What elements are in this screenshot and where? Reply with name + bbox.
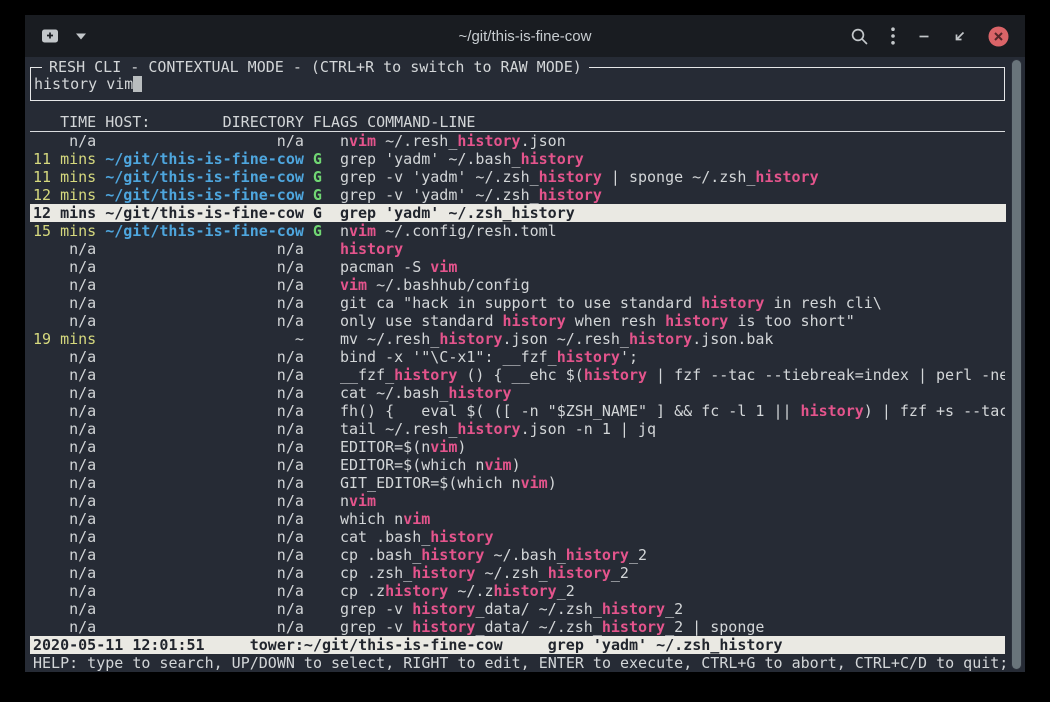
new-tab-button[interactable] (41, 28, 59, 44)
history-row[interactable]: n/an/a__fzf_history () { __ehc $(history… (30, 366, 1005, 384)
status-datetime: 2020-05-11 12:01:51 (33, 636, 205, 654)
titlebar: ~/git/this-is-fine-cow (25, 15, 1025, 57)
search-query-text: history vim (34, 75, 133, 93)
history-row[interactable]: n/an/awhich nvim (30, 510, 1005, 528)
history-row[interactable]: n/an/aEDITOR=$(nvim) (30, 438, 1005, 456)
history-row[interactable]: 12 mins~/git/this-is-fine-cowGgrep -v 'y… (30, 186, 1005, 204)
help-line: HELP: type to search, UP/DOWN to select,… (30, 654, 1005, 672)
restore-window-icon (952, 29, 967, 44)
close-icon (988, 26, 1009, 47)
history-row[interactable]: n/an/avim ~/.bashhub/config (30, 276, 1005, 294)
history-row[interactable]: n/an/acat ~/.bash_history (30, 384, 1005, 402)
scrollbar-thumb[interactable] (1012, 60, 1021, 669)
history-row[interactable]: n/an/aEDITOR=$(which nvim) (30, 456, 1005, 474)
terminal-content: RESH CLI - CONTEXTUAL MODE - (CTRL+R to … (25, 57, 1025, 672)
status-location: tower:~/git/this-is-fine-cow (250, 636, 503, 654)
history-row[interactable]: n/an/aonly use standard history when res… (30, 312, 1005, 330)
history-row[interactable]: n/an/aGIT_EDITOR=$(which nvim) (30, 474, 1005, 492)
history-row[interactable]: n/an/agrep -v history_data/ ~/.zsh_histo… (30, 618, 1005, 636)
history-row[interactable]: n/an/apacman -S vim (30, 258, 1005, 276)
history-row[interactable]: n/an/abind -x '"\C-x1": __fzf_history'; (30, 348, 1005, 366)
history-table: TIME HOST:DIRECTORY FLAGS COMMAND-LINE n… (30, 113, 1005, 636)
history-row[interactable]: n/an/ahistory (30, 240, 1005, 258)
terminal-window: ~/git/this-is-fine-cow (25, 15, 1025, 672)
restore-button[interactable] (952, 29, 967, 44)
search-button[interactable] (850, 27, 869, 46)
history-row[interactable]: n/an/anvim (30, 492, 1005, 510)
new-tab-icon (41, 28, 59, 44)
text-cursor (133, 76, 142, 92)
kebab-menu-icon (890, 26, 896, 46)
history-row[interactable]: 15 mins~/git/this-is-fine-cowGnvim ~/.co… (30, 222, 1005, 240)
search-box-label: RESH CLI - CONTEXTUAL MODE - (CTRL+R to … (42, 58, 589, 76)
history-row[interactable]: n/an/acp .zsh_history ~/.zsh_history_2 (30, 564, 1005, 582)
search-box: RESH CLI - CONTEXTUAL MODE - (CTRL+R to … (30, 67, 1005, 101)
tab-dropdown-button[interactable] (75, 33, 87, 40)
desktop-background: { "colors": { "bg": "#262b35", "titlebar… (0, 0, 1050, 702)
history-row[interactable]: n/an/acp .bash_history ~/.bash_history_2 (30, 546, 1005, 564)
chevron-down-icon (75, 33, 87, 40)
history-row[interactable]: n/an/acat .bash_history (30, 528, 1005, 546)
minimize-icon (917, 29, 931, 43)
header-host-directory: HOST:DIRECTORY (105, 113, 304, 131)
close-button[interactable] (988, 26, 1009, 47)
history-row-selected[interactable]: 12 mins~/git/this-is-fine-cowGgrep 'yadm… (30, 204, 1006, 222)
history-row[interactable]: 11 mins~/git/this-is-fine-cowGgrep -v 'y… (30, 168, 1005, 186)
history-row[interactable]: n/an/anvim ~/.resh_history.json (30, 132, 1005, 150)
history-row[interactable]: 19 mins~mv ~/.resh_history.json ~/.resh_… (30, 330, 1005, 348)
history-row[interactable]: 11 mins~/git/this-is-fine-cowGgrep 'yadm… (30, 150, 1005, 168)
table-header: TIME HOST:DIRECTORY FLAGS COMMAND-LINE (30, 113, 1005, 132)
history-row[interactable]: n/an/atail ~/.resh_history.json -n 1 | j… (30, 420, 1005, 438)
header-flags-command: FLAGS COMMAND-LINE (313, 113, 476, 131)
history-row[interactable]: n/an/agrep -v history_data/ ~/.zsh_histo… (30, 600, 1005, 618)
status-command: grep 'yadm' ~/.zsh_history (548, 636, 783, 654)
history-row[interactable]: n/an/agit ca "hack in support to use sta… (30, 294, 1005, 312)
minimize-button[interactable] (917, 29, 931, 43)
history-row[interactable]: n/an/acp .zhistory ~/.zhistory_2 (30, 582, 1005, 600)
status-bar: 2020-05-11 12:01:51 tower:~/git/this-is-… (30, 636, 1005, 654)
history-row[interactable]: n/an/afh() { eval $( ([ -n "$ZSH_NAME" ]… (30, 402, 1005, 420)
search-icon (850, 27, 869, 46)
header-time: TIME (33, 113, 96, 131)
history-rows: n/an/anvim ~/.resh_history.json11 mins~/… (30, 132, 1005, 636)
scrollbar[interactable] (1011, 59, 1022, 670)
menu-button[interactable] (890, 26, 896, 46)
